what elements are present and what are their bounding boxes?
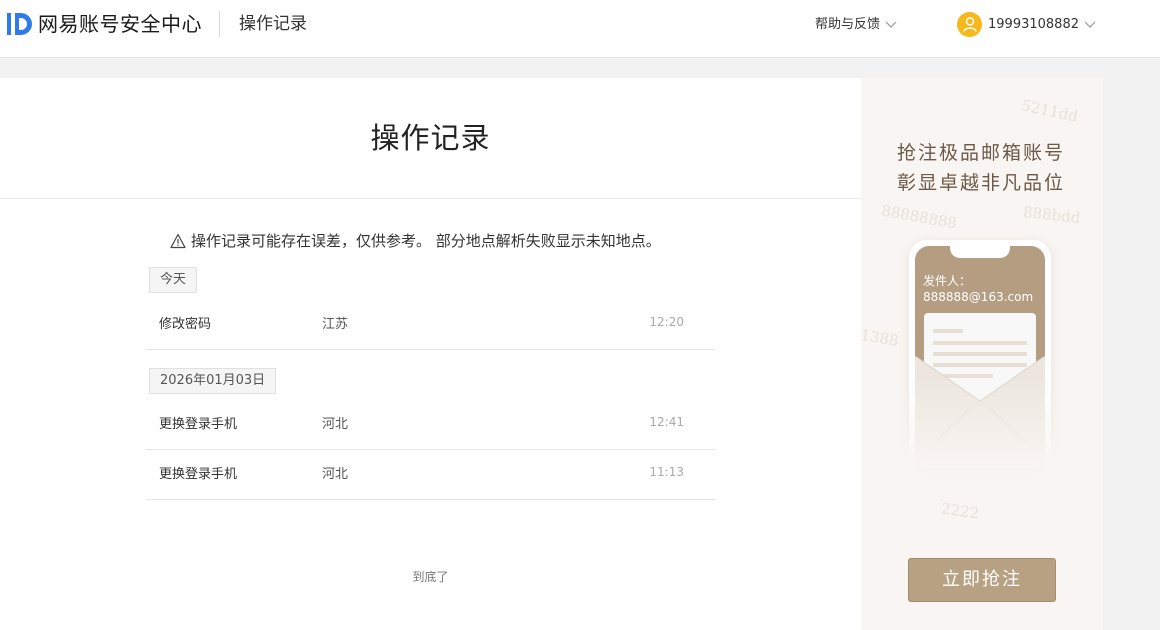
sender-email: 888888@163.com <box>923 290 1034 304</box>
notice-message: 操作记录可能存在误差，仅供参考。 部分地点解析失败显示未知地点。 <box>170 230 661 252</box>
help-feedback-label: 帮助与反馈 <box>815 17 881 32</box>
netease-id-logo[interactable] <box>6 11 36 37</box>
top-navigation-bar: 网易账号安全中心 操作记录 帮助与反馈 19993108882 <box>0 0 1160 58</box>
email-ad-banner[interactable]: 5211dd 888bdd 2222 91388 88888888 抢注极品邮箱… <box>861 78 1103 630</box>
chevron-down-icon <box>885 21 897 28</box>
record-location: 河北 <box>322 417 349 432</box>
watermark-text: 2222 <box>939 499 981 523</box>
user-avatar-icon <box>957 12 982 37</box>
register-now-button[interactable]: 立即抢注 <box>908 558 1056 602</box>
ad-slogan-line: 抢注极品邮箱账号 <box>896 142 1065 164</box>
date-tag: 今天 <box>149 267 198 293</box>
phone-fade <box>861 378 1103 468</box>
user-menu[interactable]: 19993108882 <box>957 12 1096 37</box>
record-row: 修改密码 江苏 12:20 <box>146 299 716 350</box>
warning-triangle-icon <box>170 233 186 249</box>
brand-title[interactable]: 网易账号安全中心 <box>38 12 202 36</box>
watermark-text: 5211dd <box>1019 96 1080 126</box>
record-row: 更换登录手机 河北 12:41 <box>146 399 716 450</box>
record-location: 河北 <box>322 467 349 482</box>
record-time: 11:13 <box>649 465 684 479</box>
username: 19993108882 <box>988 16 1079 32</box>
watermark-text: 888bdd <box>1022 203 1082 227</box>
record-row: 更换登录手机 河北 11:13 <box>146 449 716 500</box>
help-feedback-menu[interactable]: 帮助与反馈 <box>815 16 897 34</box>
sender-label: 发件人： <box>923 274 972 288</box>
ad-slogan: 抢注极品邮箱账号 彰显卓越非凡品位 <box>861 138 1101 198</box>
watermark-text: 91388 <box>861 323 900 351</box>
watermark-text: 88888888 <box>880 201 959 233</box>
ad-slogan-line: 彰显卓越非凡品位 <box>896 172 1065 194</box>
date-tag: 2026年01月03日 <box>149 368 277 394</box>
record-time: 12:20 <box>649 315 684 329</box>
record-location: 江苏 <box>322 317 349 332</box>
record-action: 更换登录手机 <box>159 467 238 482</box>
section-title: 操作记录 <box>239 14 307 34</box>
notice-text: 操作记录可能存在误差，仅供参考。 部分地点解析失败显示未知地点。 <box>191 232 661 250</box>
page-title: 操作记录 <box>370 121 491 155</box>
end-of-list-text: 到底了 <box>412 570 449 584</box>
title-divider <box>0 198 861 199</box>
record-time: 12:41 <box>649 415 684 429</box>
chevron-down-icon <box>1084 21 1096 28</box>
record-action: 更换登录手机 <box>159 417 238 432</box>
phone-notch <box>950 246 1010 258</box>
operation-records-panel: 操作记录 操作记录可能存在误差，仅供参考。 部分地点解析失败显示未知地点。 今天… <box>0 78 861 630</box>
record-action: 修改密码 <box>159 317 212 332</box>
header-divider <box>219 11 220 37</box>
